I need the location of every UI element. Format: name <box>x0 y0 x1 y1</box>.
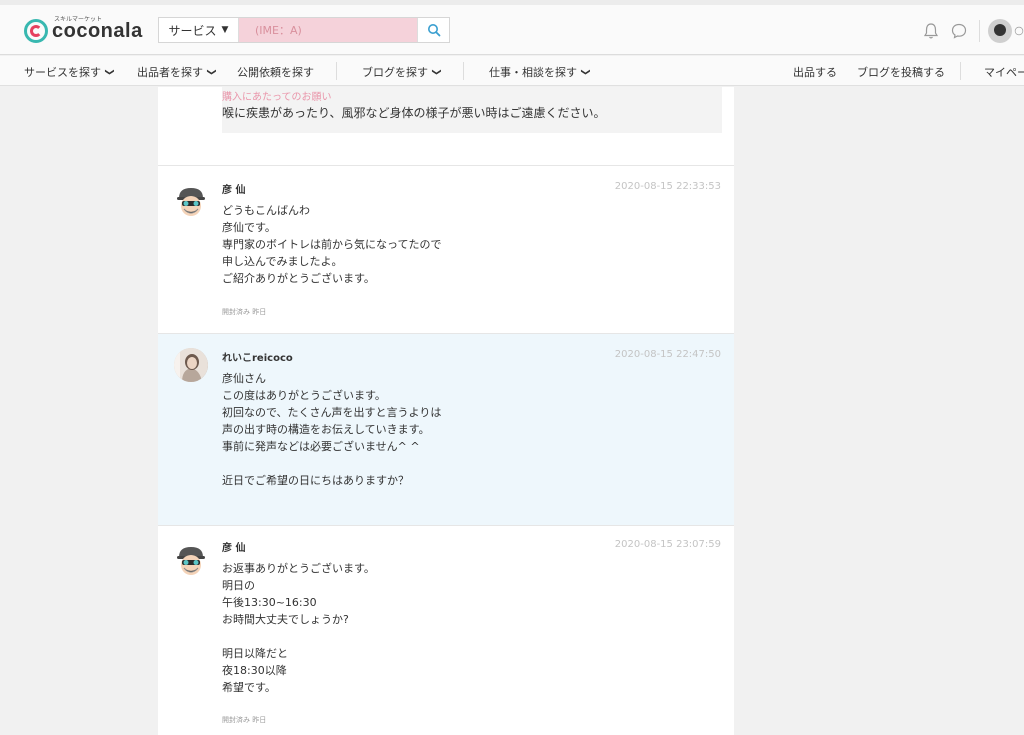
nav-divider <box>336 62 337 80</box>
nav-label: マイペー <box>984 66 1024 79</box>
message-line: 明日の <box>222 579 255 592</box>
read-status: 開封済み 昨日 <box>222 308 267 316</box>
chevron-down-icon: ❯ <box>579 68 590 76</box>
read-status: 開封済み 昨日 <box>222 716 267 724</box>
message-line: 初回なので、たくさん声を出すと言うよりは <box>222 406 442 419</box>
search-input[interactable] <box>239 18 417 42</box>
help-circle-icon <box>1014 26 1024 36</box>
nav-post-blog[interactable]: ブログを投稿する <box>857 64 945 80</box>
chevron-down-icon: ❯ <box>103 68 114 76</box>
sender-avatar[interactable] <box>174 348 208 382</box>
search-bar: サービス ▼ <box>158 17 450 43</box>
notice-heading: 購入にあたってのお願い <box>222 92 332 103</box>
sender-name[interactable]: れいこreicoco <box>222 349 293 364</box>
nav-divider <box>960 62 961 80</box>
logo-text: coconala <box>52 19 143 42</box>
message-line <box>222 455 441 472</box>
sender-name[interactable]: 彦 仙 <box>222 181 245 196</box>
message-timestamp: 2020-08-15 22:33:53 <box>614 181 721 192</box>
nav-mypage[interactable]: マイペー <box>984 64 1024 80</box>
user-avatar <box>988 19 1012 43</box>
search-icon <box>427 24 440 37</box>
coconala-logo-icon <box>24 19 48 43</box>
nav-divider <box>463 62 464 80</box>
nav-list-service[interactable]: 出品する <box>793 64 837 80</box>
hat-face-avatar-icon <box>177 188 205 216</box>
chat-button[interactable] <box>945 17 973 45</box>
nav-find-services[interactable]: サービスを探す ❯ <box>24 64 114 80</box>
message-line: この度はありがとうございます。 <box>222 389 386 402</box>
search-button[interactable] <box>417 18 449 42</box>
header-actions <box>917 17 1024 45</box>
message-line: 事前に発声などは必要ございません^ ^ <box>222 440 420 453</box>
nav-find-jobs[interactable]: 仕事・相談を探す ❯ <box>489 64 590 80</box>
category-nav: サービスを探す ❯ 出品者を探す ❯ 公開依頼を探す ブログを探す ❯ 仕事・相談を探… <box>0 56 1024 86</box>
message-line: 声の出す時の構造をお伝えしていきます。 <box>222 423 430 436</box>
logo-subtitle: スキルマーケット <box>54 15 103 23</box>
nav-find-blogs[interactable]: ブログを探す ❯ <box>362 64 441 80</box>
header-divider <box>979 20 980 42</box>
site-header: スキルマーケット coconala サービス ▼ <box>0 5 1024 55</box>
user-menu-button[interactable] <box>986 17 1014 45</box>
woman-photo-avatar-icon <box>174 348 208 382</box>
chevron-down-icon: ❯ <box>205 68 216 76</box>
message-line: 希望です。 <box>222 681 276 694</box>
message-line: お時間大丈夫でしょうか? <box>222 613 349 626</box>
sender-avatar[interactable] <box>174 543 208 577</box>
message-line <box>222 628 375 645</box>
chevron-down-icon: ❯ <box>430 68 441 76</box>
message-line: ご紹介ありがとうございます。 <box>222 272 375 285</box>
nav-label: 出品者を探す <box>137 66 203 79</box>
nav-label: ブログを投稿する <box>857 66 945 79</box>
nav-label: ブログを探す <box>362 66 428 79</box>
message-thread: 購入にあたってのお願い 喉に疾患があったり、風邪など身体の様子が悪い時はご遠慮く… <box>158 87 734 735</box>
message-item: 彦 仙 2020-08-15 23:07:59 お返事ありがとうございます。 明… <box>158 525 734 735</box>
message-line: どうもこんばんわ <box>222 204 310 217</box>
message-item: れいこreicoco 2020-08-15 22:47:50 彦仙さん この度は… <box>158 333 734 525</box>
message-body: お返事ありがとうございます。 明日の 午後13:30~16:30 お時間大丈夫で… <box>222 560 375 696</box>
message-body: 彦仙さん この度はありがとうございます。 初回なので、たくさん声を出すと言うより… <box>222 370 441 489</box>
message-line: お返事ありがとうございます。 <box>222 562 375 575</box>
message-line: 明日以降だと <box>222 647 288 660</box>
message-item: 彦 仙 2020-08-15 22:33:53 どうもこんばんわ 彦仙です。 専… <box>158 165 734 333</box>
message-line: 彦仙さん <box>222 372 266 385</box>
caret-down-icon: ▼ <box>221 25 229 35</box>
nav-find-requests[interactable]: 公開依頼を探す <box>237 64 314 80</box>
nav-label: 仕事・相談を探す <box>489 66 577 79</box>
sender-name[interactable]: 彦 仙 <box>222 539 245 554</box>
help-button[interactable] <box>1014 17 1024 45</box>
message-line: 彦仙です。 <box>222 221 276 234</box>
nav-label: 公開依頼を探す <box>237 66 314 79</box>
search-category-label: サービス <box>168 23 217 38</box>
nav-label: 出品する <box>793 66 837 79</box>
message-line: 近日でご希望の日にちはありますか？ <box>222 474 409 487</box>
search-category-select[interactable]: サービス ▼ <box>159 18 239 42</box>
notification-button[interactable] <box>917 17 945 45</box>
bell-icon <box>923 23 939 39</box>
sender-avatar[interactable] <box>174 184 208 218</box>
message-line: 専門家のボイトレは前から気になってたので <box>222 238 442 251</box>
message-timestamp: 2020-08-15 23:07:59 <box>614 539 721 550</box>
hat-face-avatar-icon <box>177 547 205 575</box>
message-timestamp: 2020-08-15 22:47:50 <box>614 349 721 360</box>
message-line: 夜18:30以降 <box>222 664 287 677</box>
message-body: どうもこんばんわ 彦仙です。 専門家のボイトレは前から気になってたので 申し込ん… <box>222 202 441 287</box>
message-line: 午後13:30~16:30 <box>222 596 317 609</box>
nav-find-sellers[interactable]: 出品者を探す ❯ <box>137 64 216 80</box>
notice-text: 喉に疾患があったり、風邪など身体の様子が悪い時はご遠慮ください。 <box>222 106 606 120</box>
nav-label: サービスを探す <box>24 66 101 79</box>
coconala-logo[interactable]: スキルマーケット coconala <box>24 15 143 45</box>
message-line: 申し込んでみましたよ。 <box>222 255 343 268</box>
chat-bubble-icon <box>951 23 967 39</box>
